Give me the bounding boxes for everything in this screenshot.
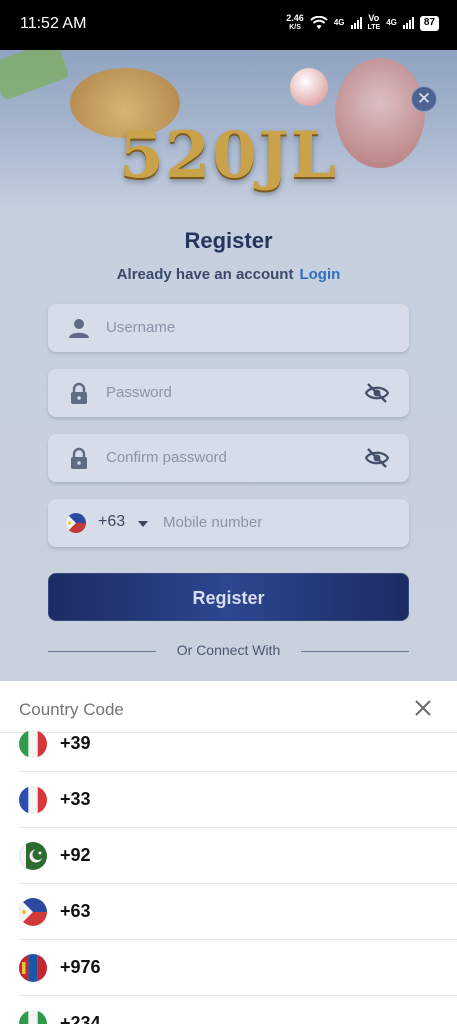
lottery-ball-decoration [290, 68, 328, 106]
country-code: +39 [60, 733, 91, 753]
country-row-italy[interactable]: +39 [19, 716, 457, 772]
country-row-philippines[interactable]: +63 [19, 884, 457, 940]
password-field[interactable]: Password [48, 369, 409, 417]
country-code: +63 [60, 901, 91, 921]
confirm-password-placeholder: Confirm password [106, 449, 227, 466]
password-placeholder: Password [106, 384, 172, 401]
battery-icon: 87 [419, 15, 439, 31]
philippines-flag-icon [66, 513, 86, 533]
network-speed: 2.46 K/S [286, 13, 304, 32]
close-icon[interactable]: ✕ [411, 86, 437, 112]
chevron-down-icon[interactable] [138, 521, 148, 527]
country-code: +234 [60, 1013, 101, 1024]
country-code: +976 [60, 957, 101, 977]
confirm-password-field[interactable]: Confirm password [48, 434, 409, 482]
volte-icon: Vo LTE [367, 13, 381, 32]
money-decoration [0, 50, 70, 101]
mobile-field[interactable]: +63 Mobile number [48, 499, 409, 547]
connect-text: Or Connect With [176, 642, 281, 658]
pakistan-flag-icon [19, 842, 47, 870]
signal-1-icon [350, 17, 362, 29]
france-flag-icon [19, 786, 47, 814]
divider-line [301, 651, 409, 652]
eye-off-icon[interactable] [365, 447, 389, 469]
philippines-flag-icon [19, 898, 47, 926]
username-field[interactable]: Username [48, 304, 409, 352]
have-account-text: Already have an account [116, 266, 294, 283]
country-code-selector[interactable]: +63 [98, 513, 125, 531]
register-button[interactable]: Register [48, 573, 409, 621]
login-link[interactable]: Login [299, 266, 340, 283]
country-code: +92 [60, 845, 91, 865]
country-code: +33 [60, 789, 91, 809]
country-row-nigeria[interactable]: +234 [19, 996, 457, 1024]
page-title: Register [184, 228, 273, 253]
lock-icon [71, 447, 87, 469]
country-row-france[interactable]: +33 [19, 772, 457, 828]
have-account-row: Already have an account Login [0, 266, 457, 283]
username-placeholder: Username [106, 319, 176, 336]
country-code-sheet: Country Code +39 +33 +92 +63 +976 +234 [0, 681, 457, 1024]
user-icon [69, 319, 89, 338]
country-row-pakistan[interactable]: +92 [19, 828, 457, 884]
status-time: 11:52 AM [20, 15, 87, 32]
signal-1-label: 4G [333, 18, 345, 27]
status-bar: 11:52 AM 2.46 K/S 4G Vo LTE 4G 87 [0, 0, 457, 50]
mongolia-flag-icon [19, 954, 47, 982]
lock-icon [71, 382, 87, 404]
signal-2-icon [402, 17, 414, 29]
country-row-mongolia[interactable]: +976 [19, 940, 457, 996]
logo: 520JL [119, 118, 338, 193]
eye-off-icon[interactable] [365, 382, 389, 404]
nigeria-flag-icon [19, 1010, 47, 1024]
italy-flag-icon [19, 730, 47, 758]
register-page: 520JL ✕ Register Already have an account… [0, 50, 457, 681]
wifi-icon [310, 16, 328, 29]
mobile-placeholder: Mobile number [163, 514, 263, 531]
signal-2-label: 4G [386, 18, 397, 27]
connect-divider: Or Connect With [48, 642, 409, 660]
status-icons: 2.46 K/S 4G Vo LTE 4G 87 [286, 14, 439, 32]
